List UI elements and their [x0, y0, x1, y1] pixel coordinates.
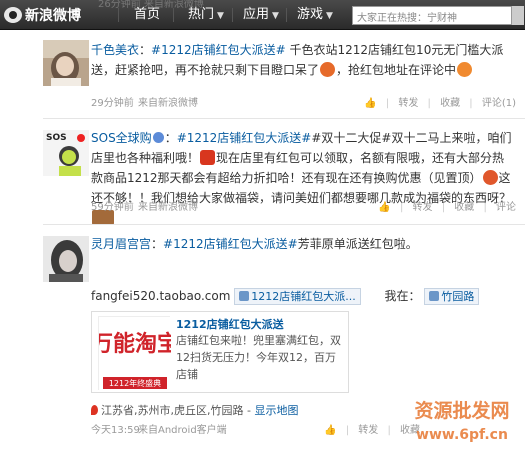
- location-label: 我在：: [384, 289, 421, 303]
- topic-link[interactable]: #1212店铺红包大派送#: [163, 237, 298, 251]
- nav-home[interactable]: 首页: [134, 0, 160, 30]
- username-link[interactable]: SOS全球购: [91, 131, 152, 145]
- topic-link[interactable]: #1212店铺红包大派送#: [151, 43, 286, 57]
- username-link[interactable]: 灵月眉宫宫: [91, 237, 151, 251]
- thumbs-up-icon[interactable]: 👍: [324, 425, 336, 436]
- post-text: 灵月眉宫宫：#1212店铺红包大派送#芳菲原单派送红包啦。: [91, 237, 418, 251]
- comment-button[interactable]: 评论(1): [482, 98, 516, 109]
- topic-card[interactable]: 万能淘宝 1212年终盛典 1212店铺红包大派送 店铺红包来啦！兜里塞满红包，…: [90, 311, 349, 393]
- caret-down-icon: ▼: [217, 11, 224, 21]
- nav-games-label: 游戏: [297, 7, 324, 22]
- place-label: 竹园路: [441, 290, 475, 303]
- watermark-title: 资源批发网: [414, 399, 509, 422]
- repost-button[interactable]: 转发: [358, 425, 378, 436]
- post-actions: 👍 | 转发 | 收藏 | 评论: [372, 198, 516, 213]
- map-pin-icon: [91, 405, 98, 415]
- post-link-row: fangfei520.taobao.com 1212店铺红包大派... 我在： …: [91, 287, 480, 305]
- repost-button[interactable]: 转发: [413, 202, 433, 213]
- post-source[interactable]: 来自Android客户端: [138, 421, 227, 436]
- place-icon: [429, 291, 440, 301]
- promo-image: 万能淘宝 1212年终盛典: [90, 316, 179, 391]
- promo-small-text: 1212年终盛典: [109, 378, 161, 388]
- post-source[interactable]: 来自新浪微博: [138, 94, 198, 109]
- post-meta: 29分钟前 来自新浪微博 👍 | 转发 | 收藏 | 评论(1): [91, 94, 516, 110]
- nav-apps[interactable]: 应用 ▼: [243, 0, 279, 30]
- nav-divider: [286, 8, 287, 22]
- action-separator: |: [427, 98, 431, 109]
- action-separator: |: [399, 202, 404, 213]
- favorite-button[interactable]: 收藏: [440, 98, 460, 109]
- nav-games[interactable]: 游戏 ▼: [297, 0, 333, 30]
- post-time[interactable]: 今天13:59: [91, 421, 140, 436]
- card-text: 店铺红包来啦！兜里塞满红包，双12扫货无压力！今年双12，百万店铺: [176, 334, 341, 381]
- emoticon-icon: [482, 170, 498, 185]
- emoticon-icon: [457, 62, 473, 77]
- action-separator: |: [483, 202, 487, 213]
- post-divider: [43, 224, 525, 225]
- location-row: 江苏省,苏州市,虎丘区,竹园路 - 显示地图: [91, 402, 298, 418]
- action-separator: |: [387, 425, 391, 436]
- favorite-button[interactable]: 收藏: [454, 202, 474, 213]
- post-time[interactable]: 29分钟前: [91, 94, 134, 109]
- username-link[interactable]: 千色美衣: [91, 43, 139, 57]
- topic-card-label: 1212店铺红包大派...: [251, 290, 356, 303]
- action-separator: |: [469, 98, 473, 109]
- card-icon: [239, 291, 250, 301]
- top-navigation-bar: 新浪微博 26分钟前 来自新浪微博 首页 热门 ▼ 应用 ▼ 游戏 ▼ 大家正在热搜：…: [0, 0, 525, 30]
- location-text: 江苏省,苏州市,虎丘区,竹园路: [101, 404, 244, 417]
- post-actions: 👍 | 转发 | 收藏: [318, 421, 420, 436]
- repost-button[interactable]: 转发: [398, 98, 418, 109]
- post-body: 芳菲原单派送红包啦。: [297, 237, 418, 251]
- emoticon-icon: [320, 62, 336, 77]
- logo-text: 新浪微博: [25, 8, 81, 24]
- topic-link[interactable]: #1212店铺红包大派送#: [177, 131, 312, 145]
- action-separator: |: [345, 425, 350, 436]
- action-separator: |: [385, 98, 390, 109]
- post-text: 千色美衣：#1212店铺红包大派送# 千色衣站1212店铺红包10元无门槛大派送…: [91, 43, 504, 77]
- caret-down-icon: ▼: [326, 11, 333, 21]
- card-title[interactable]: 1212店铺红包大派送: [176, 316, 284, 332]
- action-separator: |: [441, 202, 446, 213]
- post-meta: 今天13:59 来自Android客户端 👍 | 转发 | 收藏: [91, 421, 516, 437]
- comment-button[interactable]: 评论: [496, 202, 516, 213]
- nav-divider: [232, 8, 233, 22]
- nav-hot-label: 热门: [188, 7, 215, 22]
- search-input[interactable]: 大家正在热搜：宁财神: [352, 6, 512, 25]
- shop-link[interactable]: fangfei520.taobao.com: [91, 289, 230, 303]
- thumbs-up-icon[interactable]: 👍: [378, 202, 390, 213]
- avatar[interactable]: [43, 40, 89, 86]
- avatar[interactable]: SOS: [43, 130, 89, 176]
- post-divider: [43, 118, 525, 119]
- weibo-logo[interactable]: 新浪微博: [4, 5, 81, 25]
- caret-down-icon: ▼: [272, 11, 279, 21]
- nav-hot[interactable]: 热门 ▼: [188, 0, 224, 30]
- post-meta: 59分钟前 来自新浪微博 👍 | 转发 | 收藏 | 评论: [91, 198, 516, 214]
- show-map-link[interactable]: 显示地图: [254, 404, 298, 417]
- nav-apps-label: 应用: [243, 7, 270, 22]
- post-source[interactable]: 来自新浪微博: [138, 198, 198, 213]
- avatar[interactable]: [43, 236, 89, 282]
- favorite-button[interactable]: 收藏: [400, 425, 420, 436]
- red-envelope-icon: [200, 150, 216, 165]
- place-link[interactable]: 竹园路: [424, 288, 480, 305]
- post-body-cont: ，抢红包地址在评论中: [336, 63, 457, 77]
- post-time[interactable]: 59分钟前: [91, 198, 134, 213]
- search-icon[interactable]: [512, 6, 524, 25]
- nav-divider: [118, 8, 119, 22]
- topic-card-link[interactable]: 1212店铺红包大派...: [234, 288, 361, 305]
- verified-icon: [152, 132, 164, 143]
- thumbs-up-icon[interactable]: 👍: [364, 98, 376, 109]
- nav-divider: [173, 8, 174, 22]
- post-actions: 👍 | 转发 | 收藏 | 评论(1): [358, 94, 516, 109]
- weibo-eye-icon: [4, 7, 22, 23]
- promo-big-text: 万能淘宝: [99, 331, 171, 357]
- svg-text:SOS: SOS: [46, 133, 67, 143]
